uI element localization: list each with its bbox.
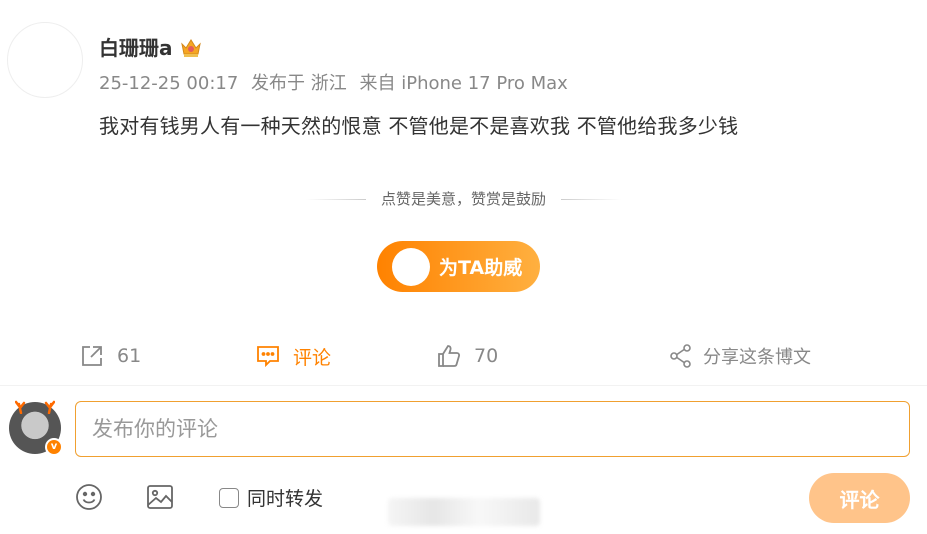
share-icon [670,344,691,368]
section-divider [0,385,927,386]
author-name[interactable]: 白珊珊a [99,32,173,61]
divider-right [560,199,621,200]
author-avatar[interactable] [7,22,83,98]
comment-button[interactable]: 评论 [255,338,331,374]
share-button[interactable]: 分享这条博文 [668,338,811,374]
post-time[interactable]: 25-12-25 00:17 [99,73,238,94]
repost-button[interactable]: 61 [79,338,141,374]
submit-comment-button[interactable]: 评论 [809,473,910,523]
reward-tip: 点赞是美意，赞赏是鼓励 [0,188,927,209]
reward-button[interactable]: 为TA助威 [377,241,540,292]
comment-input[interactable] [75,401,910,457]
repost-count: 61 [117,345,142,367]
share-label: 分享这条博文 [703,347,811,368]
emoji-icon[interactable] [74,482,104,512]
divider-left [306,199,367,200]
my-avatar[interactable]: v [9,400,63,456]
post-text: 我对有钱男人有一种天然的恨意 不管他是不是喜欢我 不管他给我多少钱 [99,114,739,138]
forward-toggle[interactable]: 同时转发 [219,484,323,511]
post-location: 发布于 浙江 [251,73,347,94]
comment-icon [257,346,279,368]
author-name-row: 白珊珊a [99,32,203,61]
blurred-region [388,498,540,526]
post-meta: 25-12-25 00:17 发布于 浙江 来自 iPhone 17 Pro M… [99,69,575,95]
like-button[interactable]: 70 [436,338,498,374]
deer-antlers-icon [15,400,55,414]
post-source: 来自 iPhone 17 Pro Max [359,73,568,94]
comment-label: 评论 [293,346,332,369]
crown-icon [180,38,201,57]
action-bar: 61 评论 70 分享这条博文 [0,338,927,374]
verified-badge-icon: v [45,438,63,456]
reward-knob [392,247,430,286]
like-icon [438,345,461,367]
forward-label: 同时转发 [247,488,324,510]
repost-icon [82,346,102,366]
image-icon[interactable] [145,482,175,512]
reward-tip-text: 点赞是美意，赞赏是鼓励 [380,190,546,208]
like-count: 70 [474,345,499,367]
forward-checkbox[interactable] [219,487,239,508]
reward-button-label: 为TA助威 [439,257,523,279]
